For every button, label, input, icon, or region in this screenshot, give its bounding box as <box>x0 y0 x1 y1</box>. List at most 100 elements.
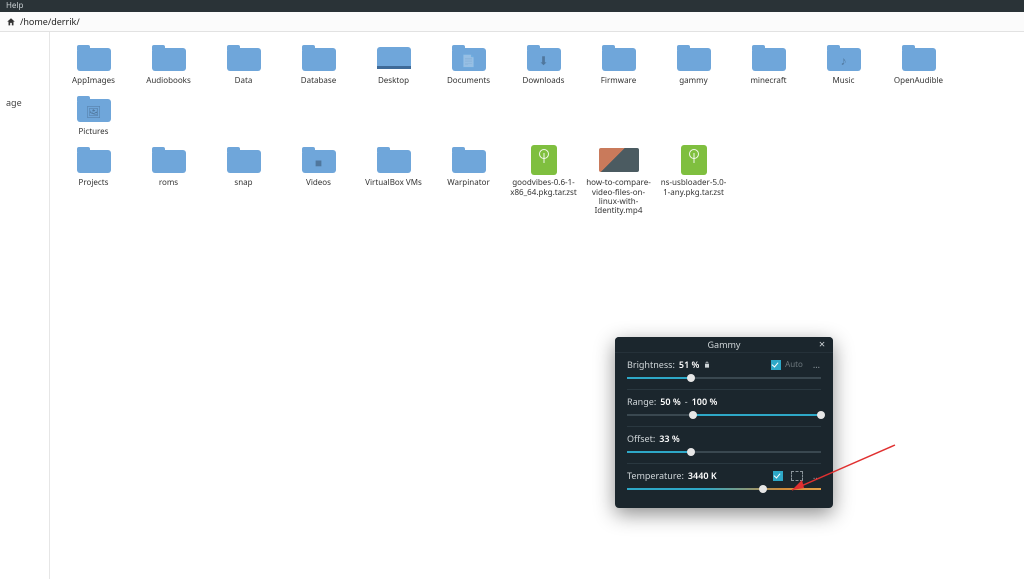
folder-item[interactable]: Desktop <box>356 42 431 85</box>
folder-icon: ■ <box>302 147 336 173</box>
brightness-auto-checkbox[interactable] <box>771 360 781 370</box>
menu-help[interactable]: Help <box>6 0 23 11</box>
folder-icon <box>152 45 186 71</box>
video-thumb-icon <box>599 148 639 172</box>
item-label: Warpinator <box>431 178 506 187</box>
folder-icon <box>227 45 261 71</box>
folder-item[interactable]: ♪ Music <box>806 42 881 85</box>
range-label: Range: <box>627 395 656 408</box>
lock-icon[interactable] <box>703 360 711 370</box>
gammy-titlebar[interactable]: Gammy × <box>615 337 833 353</box>
close-icon[interactable]: × <box>815 337 829 353</box>
range-slider[interactable] <box>627 410 821 420</box>
sidebar-item-label: age <box>6 96 22 109</box>
folder-item[interactable]: roms <box>131 144 206 215</box>
desktop-icon <box>377 47 411 69</box>
brightness-value: 51 % <box>679 358 700 371</box>
package-icon <box>531 145 557 175</box>
folder-icon <box>152 147 186 173</box>
item-label: goodvibes-0.6-1-x86_64.pkg.tar.zst <box>506 178 581 196</box>
folder-item[interactable]: Warpinator <box>431 144 506 215</box>
item-label: Projects <box>56 178 131 187</box>
item-label: snap <box>206 178 281 187</box>
folder-icon <box>452 147 486 173</box>
folder-icon: ♪ <box>827 45 861 71</box>
offset-row: Offset: 33 % <box>615 427 833 457</box>
folder-icon <box>77 147 111 173</box>
brightness-slider[interactable] <box>627 373 821 383</box>
temperature-row: Temperature: 3440 K … <box>615 464 833 494</box>
range-lo: 50 % <box>660 395 681 408</box>
location-path: /home/derrik/ <box>20 15 80 28</box>
temperature-value: 3440 K <box>688 469 717 482</box>
brightness-label: Brightness: <box>627 358 675 371</box>
item-label: Audiobooks <box>131 76 206 85</box>
file-item[interactable]: goodvibes-0.6-1-x86_64.pkg.tar.zst <box>506 144 581 215</box>
item-label: Videos <box>281 178 356 187</box>
folder-icon <box>752 45 786 71</box>
folder-icon <box>677 45 711 71</box>
folder-item[interactable]: gammy <box>656 42 731 85</box>
item-label: VirtualBox VMs <box>356 178 431 187</box>
folder-icon: 📄 <box>452 45 486 71</box>
offset-value: 33 % <box>659 432 680 445</box>
item-label: Documents <box>431 76 506 85</box>
folder-item[interactable]: 📄 Documents <box>431 42 506 85</box>
temperature-label: Temperature: <box>627 469 684 482</box>
temperature-menu-icon[interactable]: … <box>813 469 821 482</box>
item-label: Firmware <box>581 76 656 85</box>
brightness-auto-label: Auto <box>785 359 803 370</box>
package-icon <box>681 145 707 175</box>
folder-icon <box>377 147 411 173</box>
folder-item[interactable]: OpenAudible <box>881 42 956 85</box>
item-label: how-to-compare-video-files-on-linux-with… <box>581 178 656 215</box>
folder-item[interactable]: ⬇ Downloads <box>506 42 581 85</box>
folder-item[interactable]: Firmware <box>581 42 656 85</box>
menubar[interactable]: Help <box>0 0 1024 12</box>
file-grid[interactable]: AppImagesAudiobooksDataDatabaseDesktop 📄 D… <box>50 32 1024 579</box>
temperature-slider[interactable] <box>627 484 821 494</box>
gammy-title: Gammy <box>707 338 740 351</box>
temperature-auto-checkbox[interactable] <box>773 471 783 481</box>
item-label: AppImages <box>56 76 131 85</box>
file-item[interactable]: ns-usbloader-5.0-1-any.pkg.tar.zst <box>656 144 731 215</box>
brightness-row: Brightness: 51 % Auto … <box>615 353 833 383</box>
item-label: Pictures <box>56 127 131 136</box>
folder-icon: 🖼 <box>77 96 111 122</box>
folder-icon <box>602 45 636 71</box>
item-label: gammy <box>656 76 731 85</box>
folder-icon <box>77 45 111 71</box>
item-label: Database <box>281 76 356 85</box>
item-label: Desktop <box>356 76 431 85</box>
offset-slider[interactable] <box>627 447 821 457</box>
file-item[interactable]: how-to-compare-video-files-on-linux-with… <box>581 144 656 215</box>
folder-item[interactable]: 🖼 Pictures <box>56 93 131 136</box>
folder-item[interactable]: VirtualBox VMs <box>356 144 431 215</box>
location-bar[interactable]: /home/derrik/ <box>0 12 1024 32</box>
item-label: roms <box>131 178 206 187</box>
folder-icon <box>227 147 261 173</box>
sidebar-item[interactable]: age <box>0 92 49 113</box>
folder-item[interactable]: minecraft <box>731 42 806 85</box>
folder-item[interactable]: snap <box>206 144 281 215</box>
brightness-menu-icon[interactable]: … <box>813 358 821 371</box>
folder-item[interactable]: Database <box>281 42 356 85</box>
sidebar: age <box>0 32 50 579</box>
item-label: Music <box>806 76 881 85</box>
folder-item[interactable]: ■ Videos <box>281 144 356 215</box>
item-label: OpenAudible <box>881 76 956 85</box>
home-icon <box>6 17 16 27</box>
range-row: Range: 50 % - 100 % <box>615 390 833 420</box>
folder-item[interactable]: Audiobooks <box>131 42 206 85</box>
range-hi: 100 % <box>692 395 718 408</box>
folder-item[interactable]: Projects <box>56 144 131 215</box>
folder-icon <box>302 45 336 71</box>
temperature-focus-indicator <box>791 471 803 481</box>
gammy-panel[interactable]: Gammy × Brightness: 51 % Auto … Range: 5… <box>615 337 833 508</box>
offset-label: Offset: <box>627 432 655 445</box>
folder-item[interactable]: Data <box>206 42 281 85</box>
item-label: ns-usbloader-5.0-1-any.pkg.tar.zst <box>656 178 731 196</box>
folder-item[interactable]: AppImages <box>56 42 131 85</box>
item-label: Downloads <box>506 76 581 85</box>
folder-icon: ⬇ <box>527 45 561 71</box>
